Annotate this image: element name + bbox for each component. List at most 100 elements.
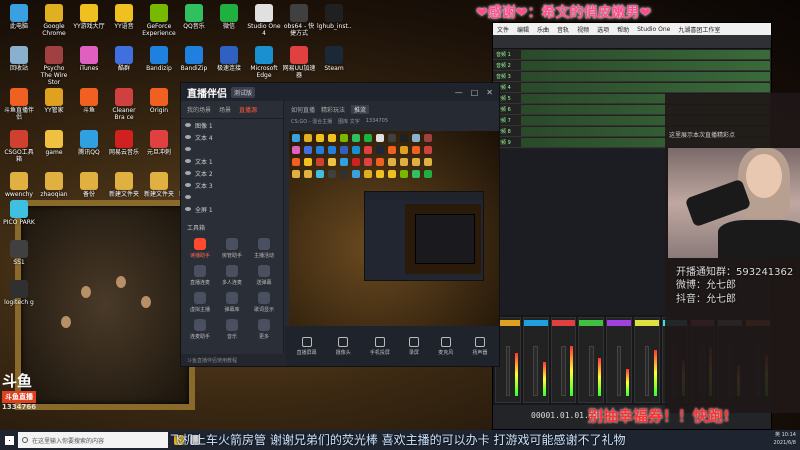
eye-icon[interactable] [185, 147, 191, 151]
source-item[interactable]: 文本 3 [181, 179, 283, 191]
mixer-channel[interactable] [606, 317, 632, 403]
desktop-icon[interactable]: wwenchy [2, 172, 36, 198]
eye-icon[interactable] [185, 195, 191, 199]
tool-button[interactable]: 直播连麦 [185, 265, 215, 286]
daw-clip[interactable] [520, 60, 770, 70]
desktop-icon[interactable]: 元旦冲刺 [142, 130, 176, 156]
desktop-icon[interactable]: Studio One 4 [247, 4, 281, 37]
channel-fader[interactable] [505, 345, 511, 396]
daw-menu-item[interactable]: 乐曲 [537, 25, 549, 34]
tool-button[interactable]: 读播助手 [185, 238, 215, 259]
tab-features[interactable]: 精彩玩法 [321, 105, 345, 114]
desktop-icon[interactable]: iTunes [72, 46, 106, 72]
channel-fader[interactable] [588, 345, 594, 396]
control-button[interactable]: 摄像头 [336, 336, 351, 356]
desktop-icon[interactable]: BandiZip [177, 46, 211, 72]
streaming-app-window[interactable]: 直播伴侣 测试版 — □ ✕ 我的场景 场景 直播源 图像 1 文本 4 文本 1 文… [180, 82, 500, 367]
desktop-icon[interactable]: 新建文件夹 [142, 172, 176, 198]
desktop-icon[interactable]: zhaoqian [37, 172, 71, 198]
desktop-icon[interactable]: Cleaner Bra ce [107, 88, 141, 121]
control-button[interactable]: 手机投屏 [370, 336, 390, 356]
source-item[interactable]: 图像 1 [181, 119, 283, 131]
daw-track[interactable]: 音频 1 [493, 49, 771, 60]
daw-clip[interactable] [520, 82, 770, 92]
desktop-icon[interactable]: PICO PARK [2, 200, 36, 226]
desktop-icon[interactable]: 酷群 [107, 46, 141, 72]
start-button[interactable] [0, 430, 18, 450]
desktop-icon[interactable]: Steam [317, 46, 351, 72]
desktop-icon[interactable]: 此电脑 [2, 4, 36, 30]
tab-push-stream[interactable]: 推流 [351, 105, 370, 114]
source-item[interactable]: 文本 4 [181, 131, 283, 143]
close-icon[interactable]: ✕ [486, 88, 493, 97]
daw-menu-item[interactable]: 视频 [577, 25, 589, 34]
tool-button[interactable]: 主播活动 [249, 238, 279, 259]
daw-clip[interactable] [520, 49, 770, 59]
tool-button[interactable]: 歌词显示 [249, 292, 279, 313]
daw-menu-item[interactable]: 文件 [497, 25, 509, 34]
stream-preview[interactable] [289, 131, 499, 326]
desktop-icon[interactable]: Bandizip [142, 46, 176, 72]
desktop-icon[interactable]: Psycho The Wire Stor [37, 46, 71, 86]
daw-menu-item[interactable]: 九湖喜团工作室 [678, 25, 720, 34]
desktop-icon[interactable]: Microsoft Edge [247, 46, 281, 79]
desktop-icon[interactable]: Origin [142, 88, 176, 114]
desktop-icon[interactable]: 极速连接 [212, 46, 246, 72]
desktop-icon[interactable]: 斗鱼直播伴侣 [2, 88, 36, 121]
desktop-icon[interactable]: 备份 [72, 172, 106, 198]
eye-icon[interactable] [185, 159, 191, 163]
source-item[interactable] [181, 191, 283, 203]
desktop-icon[interactable]: logitech g [2, 280, 36, 306]
tab-scenes[interactable]: 场景 [219, 105, 231, 114]
system-tray[interactable]: 英 10:14 2021/6/8 [774, 431, 796, 447]
desktop-icon[interactable]: YY管家 [37, 88, 71, 114]
game-selector[interactable]: CS:GO - 混合主播 图库 文字 1334705 [285, 118, 499, 125]
desktop-icon[interactable]: GeForce Experience [142, 4, 176, 37]
tool-button[interactable]: 音乐 [217, 319, 247, 340]
eye-icon[interactable] [185, 123, 191, 127]
tool-button[interactable]: 多人连麦 [217, 265, 247, 286]
source-item[interactable]: 文本 1 [181, 155, 283, 167]
eye-icon[interactable] [185, 207, 191, 211]
daw-menu-item[interactable]: 选项 [597, 25, 609, 34]
channel-fader[interactable] [644, 345, 650, 396]
desktop-icon[interactable]: game [37, 130, 71, 156]
source-item[interactable] [181, 143, 283, 155]
eye-icon[interactable] [185, 171, 191, 175]
tab-how-to-stream[interactable]: 如何直播 [291, 105, 315, 114]
tool-button[interactable]: 弹幕库 [217, 292, 247, 313]
desktop-icon[interactable]: YY游戏大厅 [72, 4, 106, 30]
daw-menu-item[interactable]: Studio One [637, 26, 670, 33]
daw-track[interactable]: 音频 4 [493, 82, 771, 93]
minimize-icon[interactable]: — [455, 88, 463, 97]
desktop-icon[interactable]: 网易云音乐 [107, 130, 141, 156]
desktop-icon[interactable]: lghub_inst... [317, 4, 351, 30]
source-item[interactable]: 文本 2 [181, 167, 283, 179]
mixer-channel[interactable] [633, 317, 660, 403]
mixer-channel[interactable] [578, 317, 605, 403]
desktop-icon[interactable]: 斗鱼 [72, 88, 106, 114]
channel-fader[interactable] [533, 345, 539, 396]
daw-menu-item[interactable]: 帮助 [617, 25, 629, 34]
desktop-icon[interactable]: 网易UU加速器 [282, 46, 316, 79]
daw-track[interactable]: 音频 3 [493, 71, 771, 82]
tool-button[interactable]: 连麦助手 [185, 319, 215, 340]
tool-button[interactable]: 送弹幕 [249, 265, 279, 286]
maximize-icon[interactable]: □ [471, 88, 479, 97]
input-language[interactable]: 英 [775, 432, 780, 438]
tab-sources[interactable]: 直播源 [239, 105, 257, 114]
mixer-channel[interactable] [550, 317, 577, 403]
desktop-icon[interactable]: YY语音 [107, 4, 141, 30]
daw-track[interactable]: 音频 2 [493, 60, 771, 71]
taskbar-search[interactable]: 在这里输入你要搜索的内容 [18, 432, 168, 448]
tab-my-scenes[interactable]: 我的场景 [187, 105, 211, 114]
tool-button[interactable]: 更多 [249, 319, 279, 340]
eye-icon[interactable] [185, 183, 191, 187]
daw-menu-item[interactable]: 编辑 [517, 25, 529, 34]
control-button[interactable]: 直播屏幕 [297, 336, 317, 356]
desktop-icon[interactable]: 微信 [212, 4, 246, 30]
channel-fader[interactable] [616, 345, 622, 396]
eye-icon[interactable] [185, 135, 191, 139]
tool-button[interactable]: 房管助手 [217, 238, 247, 259]
desktop-icon[interactable]: QQ音乐 [177, 4, 211, 30]
